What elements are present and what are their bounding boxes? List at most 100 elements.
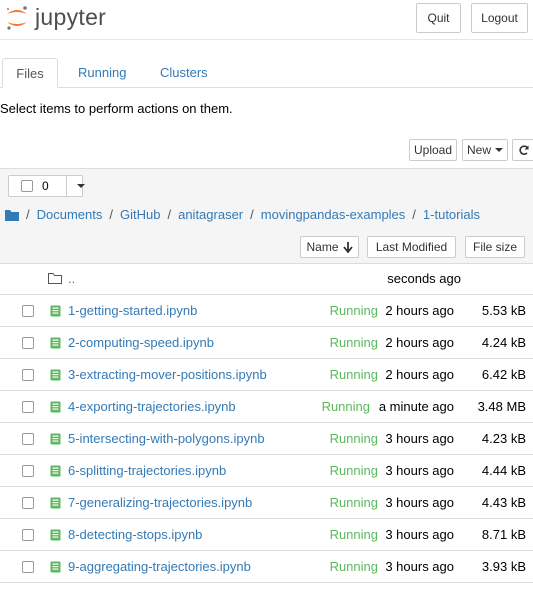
file-size: 4.43 kB <box>481 495 526 510</box>
notebook-icon <box>50 305 61 317</box>
new-button-label: New <box>466 143 491 157</box>
arrow-down-icon <box>342 241 353 253</box>
folder-outline-icon <box>48 273 62 284</box>
file-size: 5.53 kB <box>481 303 526 318</box>
parent-directory-link[interactable]: .. <box>68 271 75 286</box>
notebook-icon <box>50 561 61 573</box>
notebook-icon <box>50 497 61 509</box>
modified-time: 3 hours ago <box>385 431 454 446</box>
tab-clusters[interactable]: Clusters <box>160 58 208 87</box>
running-status: Running <box>329 335 378 350</box>
row-checkbox[interactable] <box>22 561 34 573</box>
row-checkbox[interactable] <box>22 497 34 509</box>
chevron-down-icon <box>495 148 503 152</box>
file-size: 4.23 kB <box>481 431 526 446</box>
running-status: Running <box>321 399 370 414</box>
modified-time: 2 hours ago <box>385 303 454 318</box>
table-row[interactable]: 8-detecting-stops.ipynb Running 3 hours ag… <box>0 519 533 551</box>
table-row[interactable]: 7-generalizing-trajectories.ipynb Running… <box>0 487 533 519</box>
logout-button[interactable]: Logout <box>471 3 528 33</box>
sort-by-modified-button[interactable]: Last Modified <box>367 236 456 258</box>
jupyter-logo-icon <box>6 5 27 30</box>
running-status: Running <box>329 559 378 574</box>
file-size: 4.24 kB <box>481 335 526 350</box>
file-size: 3.48 MB <box>477 399 526 414</box>
refresh-button[interactable] <box>512 139 533 161</box>
table-row[interactable]: 6-splitting-trajectories.ipynb Running 3 h… <box>0 455 533 487</box>
new-button[interactable]: New <box>462 139 508 161</box>
file-name-link[interactable]: 5-intersecting-with-polygons.ipynb <box>68 431 265 446</box>
tab-files[interactable]: Files <box>2 58 58 88</box>
file-size: 3.93 kB <box>481 559 526 574</box>
table-row[interactable]: 3-extracting-mover-positions.ipynb Runnin… <box>0 359 533 391</box>
notebook-icon <box>50 529 61 541</box>
row-checkbox[interactable] <box>22 465 34 477</box>
header-bar: jupyter Quit Logout <box>0 0 533 40</box>
notebook-icon <box>50 465 61 477</box>
table-row[interactable]: 1-getting-started.ipynb Running 2 hours ag… <box>0 295 533 327</box>
refresh-icon <box>519 145 529 155</box>
file-size: 8.71 kB <box>481 527 526 542</box>
modified-time: 2 hours ago <box>385 335 454 350</box>
file-name-link[interactable]: 1-getting-started.ipynb <box>68 303 197 318</box>
row-checkbox[interactable] <box>22 529 34 541</box>
breadcrumb-item[interactable]: GitHub <box>120 207 160 222</box>
modified-time: 2 hours ago <box>385 367 454 382</box>
row-checkbox[interactable] <box>22 337 34 349</box>
row-checkbox[interactable] <box>22 401 34 413</box>
row-checkbox[interactable] <box>22 305 34 317</box>
file-size: 4.44 kB <box>481 463 526 478</box>
file-name-link[interactable]: 6-splitting-trajectories.ipynb <box>68 463 226 478</box>
modified-time: seconds ago <box>387 271 461 286</box>
selected-count: 0 <box>42 179 49 193</box>
file-list-header: 0 / Documents / GitHub / anitagraser / m… <box>0 169 533 264</box>
row-checkbox[interactable] <box>22 433 34 445</box>
modified-time: 3 hours ago <box>385 495 454 510</box>
table-row[interactable]: 5-intersecting-with-polygons.ipynb Runnin… <box>0 423 533 455</box>
running-status: Running <box>329 303 378 318</box>
running-status: Running <box>329 367 378 382</box>
select-all-checkbox[interactable] <box>21 180 33 192</box>
tab-running[interactable]: Running <box>78 58 126 87</box>
table-row[interactable]: 9-aggregating-trajectories.ipynb Running 3… <box>0 551 533 583</box>
parent-directory-row[interactable]: .. seconds ago <box>0 263 533 295</box>
divider <box>66 176 67 196</box>
modified-time: 3 hours ago <box>385 527 454 542</box>
jupyter-logo[interactable]: jupyter <box>5 4 106 31</box>
tab-bar: Files Running Clusters <box>0 58 533 88</box>
notebook-icon <box>50 369 61 381</box>
breadcrumb-item[interactable]: 1-tutorials <box>423 207 480 222</box>
notebook-icon <box>50 401 61 413</box>
file-name-link[interactable]: 2-computing-speed.ipynb <box>68 335 214 350</box>
running-status: Running <box>329 495 378 510</box>
breadcrumb: / Documents / GitHub / anitagraser / mov… <box>5 207 480 222</box>
breadcrumb-item[interactable]: Documents <box>37 207 103 222</box>
sort-by-size-button[interactable]: File size <box>465 236 525 258</box>
sort-by-name-button[interactable]: Name <box>300 236 359 258</box>
instructions-text: Select items to perform actions on them. <box>0 101 233 116</box>
breadcrumb-separator: / <box>250 207 254 222</box>
file-name-link[interactable]: 8-detecting-stops.ipynb <box>68 527 202 542</box>
quit-button[interactable]: Quit <box>416 3 461 33</box>
file-list-panel: 0 / Documents / GitHub / anitagraser / m… <box>0 168 533 589</box>
modified-time: 3 hours ago <box>385 463 454 478</box>
file-name-link[interactable]: 7-generalizing-trajectories.ipynb <box>68 495 252 510</box>
breadcrumb-separator: / <box>167 207 172 222</box>
table-row[interactable]: 4-exporting-trajectories.ipynb Running a m… <box>0 391 533 423</box>
chevron-down-icon[interactable] <box>77 184 85 188</box>
breadcrumb-separator: / <box>412 207 416 222</box>
table-row[interactable]: 2-computing-speed.ipynb Running 2 hours ag… <box>0 327 533 359</box>
file-name-link[interactable]: 3-extracting-mover-positions.ipynb <box>68 367 267 382</box>
select-all-dropdown[interactable]: 0 <box>8 175 85 197</box>
row-checkbox[interactable] <box>22 369 34 381</box>
breadcrumb-separator: / <box>109 207 113 222</box>
breadcrumb-item[interactable]: anitagraser <box>178 207 243 222</box>
file-name-link[interactable]: 4-exporting-trajectories.ipynb <box>68 399 236 414</box>
running-status: Running <box>329 463 378 478</box>
modified-time: 3 hours ago <box>385 559 454 574</box>
folder-icon[interactable] <box>5 209 19 221</box>
file-name-link[interactable]: 9-aggregating-trajectories.ipynb <box>68 559 251 574</box>
upload-button[interactable]: Upload <box>409 139 457 161</box>
logo-text: jupyter <box>35 4 107 30</box>
breadcrumb-item[interactable]: movingpandas-examples <box>261 207 406 222</box>
